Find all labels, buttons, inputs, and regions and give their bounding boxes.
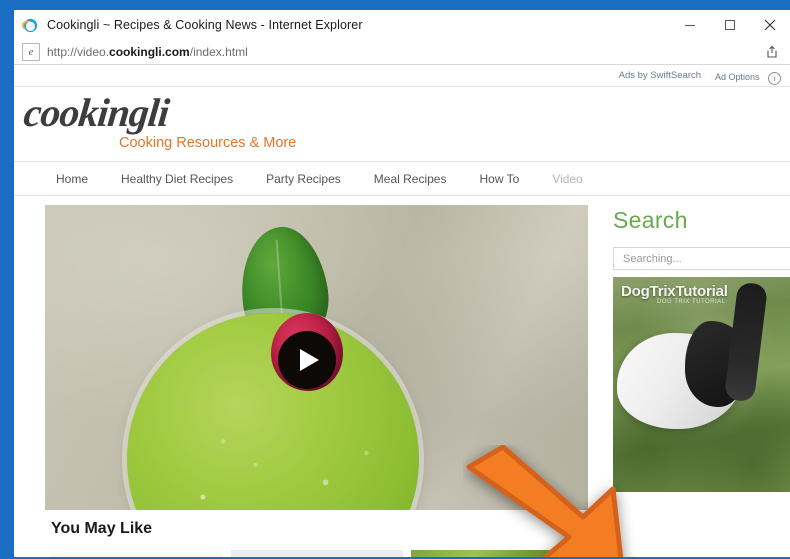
address-bar-url[interactable]: http://video.cookingli.com/index.html [47, 45, 758, 59]
maximize-button[interactable] [710, 10, 750, 40]
ad-options-label: Ad Options [715, 71, 760, 82]
browser-window-inner: Cookingli ~ Recipes & Cooking News - Int… [14, 10, 790, 557]
browser-window: Cookingli ~ Recipes & Cooking News - Int… [0, 0, 790, 559]
play-triangle [300, 349, 319, 371]
ad-video-watermark: DogTrixTutorial [621, 283, 728, 300]
title-bar: Cookingli ~ Recipes & Cooking News - Int… [14, 10, 790, 40]
ads-by-label: Ads by SwiftSearch [618, 70, 702, 81]
site-logo[interactable]: cookingli Cooking Resources & More [21, 90, 297, 155]
window-title: Cookingli ~ Recipes & Cooking News - Int… [47, 18, 363, 32]
web-page-viewport: FZ cookingli Cooking Resources & More Ho… [14, 87, 790, 557]
site-logo-text: cookingli [21, 90, 171, 135]
search-input[interactable]: Searching... [613, 247, 790, 270]
site-logo-tagline: Cooking Resources & More [119, 135, 297, 151]
url-prefix: http://video. [47, 45, 110, 59]
url-domain: cookingli.com [109, 45, 190, 59]
share-icon[interactable] [758, 41, 786, 63]
thumbnail-city-skyline[interactable] [231, 550, 403, 557]
nav-item-how-to[interactable]: How To [479, 172, 519, 186]
close-button[interactable] [750, 10, 790, 40]
nav-item-healthy-diet-recipes[interactable]: Healthy Diet Recipes [121, 172, 233, 186]
minimize-button[interactable] [670, 10, 710, 40]
window-controls [670, 10, 790, 40]
sidebar: Search Searching... DogTrixTutorial DOG … [605, 205, 790, 557]
ad-video-watermark-subtext: DOG TRIX TUTORIAL [657, 299, 726, 305]
thumbnail-green-foliage[interactable] [411, 550, 583, 557]
info-icon[interactable]: i [768, 71, 781, 85]
nav-item-meal-recipes[interactable]: Meal Recipes [374, 172, 447, 186]
page-main: You May Like Search Searching... DogTrix… [14, 196, 790, 557]
search-input-placeholder: Searching... [623, 252, 682, 265]
video-player[interactable] [45, 205, 588, 510]
nav-item-party-recipes[interactable]: Party Recipes [266, 172, 341, 186]
site-header: cookingli Cooking Resources & More [14, 87, 790, 161]
site-favicon-icon: e [22, 43, 40, 61]
site-navigation: Home Healthy Diet Recipes Party Recipes … [14, 161, 790, 196]
internet-explorer-logo-icon [22, 17, 39, 34]
video-column: You May Like [45, 205, 596, 557]
ad-options-group[interactable]: Ad Options i [715, 67, 781, 85]
nav-item-home[interactable]: Home [56, 172, 88, 186]
play-icon[interactable] [278, 331, 336, 389]
sidebar-ad-video[interactable]: DogTrixTutorial DOG TRIX TUTORIAL [613, 277, 790, 492]
thumbnail-person-headphones[interactable] [51, 550, 223, 557]
address-bar[interactable]: e http://video.cookingli.com/index.html [14, 40, 790, 65]
url-suffix: /index.html [189, 45, 248, 59]
you-may-like-thumbnails [45, 550, 596, 557]
search-heading: Search [613, 207, 688, 233]
ad-notice-strip: Ads by SwiftSearch Ad Options i [14, 65, 790, 87]
nav-item-video[interactable]: Video [552, 172, 582, 186]
you-may-like-heading: You May Like [51, 520, 153, 537]
